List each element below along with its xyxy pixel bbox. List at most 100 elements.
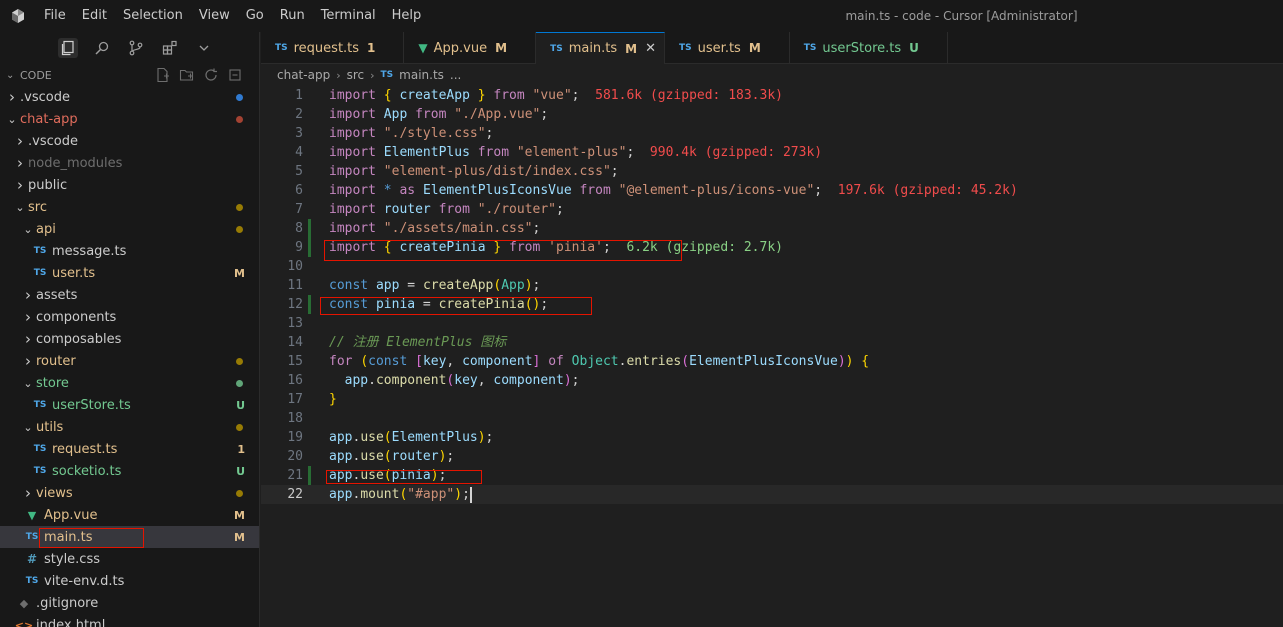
collapse-all-icon[interactable] — [227, 67, 243, 86]
menu-item-go[interactable]: Go — [238, 0, 272, 32]
menu-item-terminal[interactable]: Terminal — [313, 0, 384, 32]
tree-item-label: .vscode — [28, 133, 78, 149]
tab-userstore-ts[interactable]: TS userStore.ts U — [790, 32, 948, 64]
menu-item-edit[interactable]: Edit — [74, 0, 115, 32]
folder-item[interactable]: › views — [0, 482, 259, 504]
breadcrumb-item[interactable]: src — [347, 68, 365, 82]
git-status-dot — [236, 489, 243, 497]
code-editor[interactable]: 1 import { createApp } from "vue"; 581.6k… — [261, 86, 1283, 627]
code-token: const — [329, 297, 369, 312]
code-token: app — [329, 487, 353, 502]
folder-item[interactable]: › router — [0, 350, 259, 372]
import-cost-hint: 6.2k (gzipped: 2.7k) — [610, 240, 783, 255]
code-token: ; — [571, 373, 580, 388]
source-control-icon[interactable] — [126, 38, 146, 58]
typescript-file-icon: TS — [25, 532, 39, 542]
menu-item-selection[interactable]: Selection — [115, 0, 191, 32]
folder-item[interactable]: ⌄ src — [0, 196, 259, 218]
file-item[interactable]: ▼ App.vue M — [0, 504, 259, 526]
file-item[interactable]: TS message.ts — [0, 240, 259, 262]
code-token: from — [415, 107, 447, 122]
folder-item[interactable]: › .vscode — [0, 86, 259, 108]
tab-app-vue[interactable]: ▼ App.vue M — [404, 32, 537, 64]
chevron-down-icon[interactable] — [194, 38, 214, 58]
code-line: 15 for (const [key, component] of Object.… — [261, 352, 1283, 371]
vue-file-icon: ▼ — [27, 508, 37, 522]
tree-item-label: style.css — [44, 551, 100, 567]
folder-item[interactable]: › .vscode — [0, 130, 259, 152]
tab-label: userStore.ts — [822, 40, 902, 56]
code-text: import "./assets/main.css"; — [329, 219, 540, 238]
folder-item[interactable]: › node_modules — [0, 152, 259, 174]
tab-status-badge: M — [748, 41, 761, 55]
menu-item-view[interactable]: View — [191, 0, 238, 32]
typescript-file-icon: TS — [275, 43, 288, 53]
code-token: ) — [430, 468, 439, 483]
extensions-icon[interactable] — [160, 38, 180, 58]
file-item[interactable]: TS user.ts M — [0, 262, 259, 284]
code-token: ; — [540, 107, 549, 122]
file-item[interactable]: TS main.ts M — [0, 526, 259, 548]
chevron-right-icon: › — [25, 330, 31, 348]
menu-item-help[interactable]: Help — [384, 0, 430, 32]
menu-item-run[interactable]: Run — [272, 0, 313, 32]
search-icon[interactable] — [92, 38, 112, 58]
file-item[interactable]: TS request.ts 1 — [0, 438, 259, 460]
folder-item[interactable]: › assets — [0, 284, 259, 306]
menu-item-file[interactable]: File — [36, 0, 74, 32]
line-number: 11 — [287, 278, 303, 293]
tree-item-label: router — [36, 353, 76, 369]
tree-item-label: store — [36, 375, 69, 391]
folder-item[interactable]: › composables — [0, 328, 259, 350]
tab-main-ts[interactable]: TS main.ts M ✕ — [536, 32, 666, 64]
file-item[interactable]: TS socketio.ts U — [0, 460, 259, 482]
code-token: app — [344, 373, 369, 388]
folder-item[interactable]: › public — [0, 174, 259, 196]
folder-item[interactable]: ⌄ chat-app — [0, 108, 259, 130]
new-file-icon[interactable] — [155, 67, 171, 86]
tab-request-ts[interactable]: TS request.ts 1 — [261, 32, 405, 64]
file-item[interactable]: # style.css — [0, 548, 259, 570]
code-token: { — [383, 88, 392, 103]
code-token: ; — [556, 202, 564, 217]
file-item[interactable]: TS userStore.ts U — [0, 394, 259, 416]
explorer-section-header[interactable]: ⌄ CODE — [0, 64, 259, 86]
code-token: createPinia — [399, 240, 486, 255]
code-token: mount — [360, 487, 400, 502]
tab-user-ts[interactable]: TS user.ts M — [665, 32, 790, 64]
folder-item[interactable]: › components — [0, 306, 259, 328]
code-text: import router from "./router"; — [329, 200, 564, 219]
folder-item[interactable]: ⌄ api — [0, 218, 259, 240]
tree-item-label: public — [28, 177, 68, 193]
breadcrumb-item[interactable]: main.ts — [399, 68, 444, 82]
new-folder-icon[interactable] — [179, 67, 195, 86]
folder-item[interactable]: ⌄ store — [0, 372, 259, 394]
file-item[interactable]: ◆ .gitignore — [0, 592, 259, 614]
breadcrumb-item[interactable]: ... — [450, 68, 461, 82]
git-status-badge: M — [234, 530, 245, 544]
code-line: 6 import * as ElementPlusIconsVue from "@… — [261, 181, 1283, 200]
breadcrumb-item[interactable]: chat-app — [277, 68, 330, 82]
modified-line-indicator — [308, 295, 311, 314]
code-text: import * as ElementPlusIconsVue from "@e… — [329, 181, 1018, 200]
file-item[interactable]: <> index.html — [0, 614, 259, 627]
code-token: app — [329, 449, 353, 464]
code-token: , — [477, 373, 494, 388]
explorer-view-icon[interactable] — [57, 38, 78, 58]
file-item[interactable]: TS vite-env.d.ts — [0, 570, 259, 592]
code-token: "./style.css" — [383, 126, 486, 141]
code-token: import — [329, 164, 376, 179]
code-token: key — [422, 354, 447, 369]
refresh-icon[interactable] — [203, 67, 219, 86]
code-line: 12 const pinia = createPinia(); — [261, 295, 1283, 314]
code-line: 10 — [261, 257, 1283, 276]
code-text: app.component(key, component); — [329, 371, 580, 390]
folder-item[interactable]: ⌄ utils — [0, 416, 259, 438]
code-token: , — [446, 354, 463, 369]
close-icon[interactable]: ✕ — [645, 41, 656, 56]
tree-item-label: vite-env.d.ts — [44, 573, 125, 589]
